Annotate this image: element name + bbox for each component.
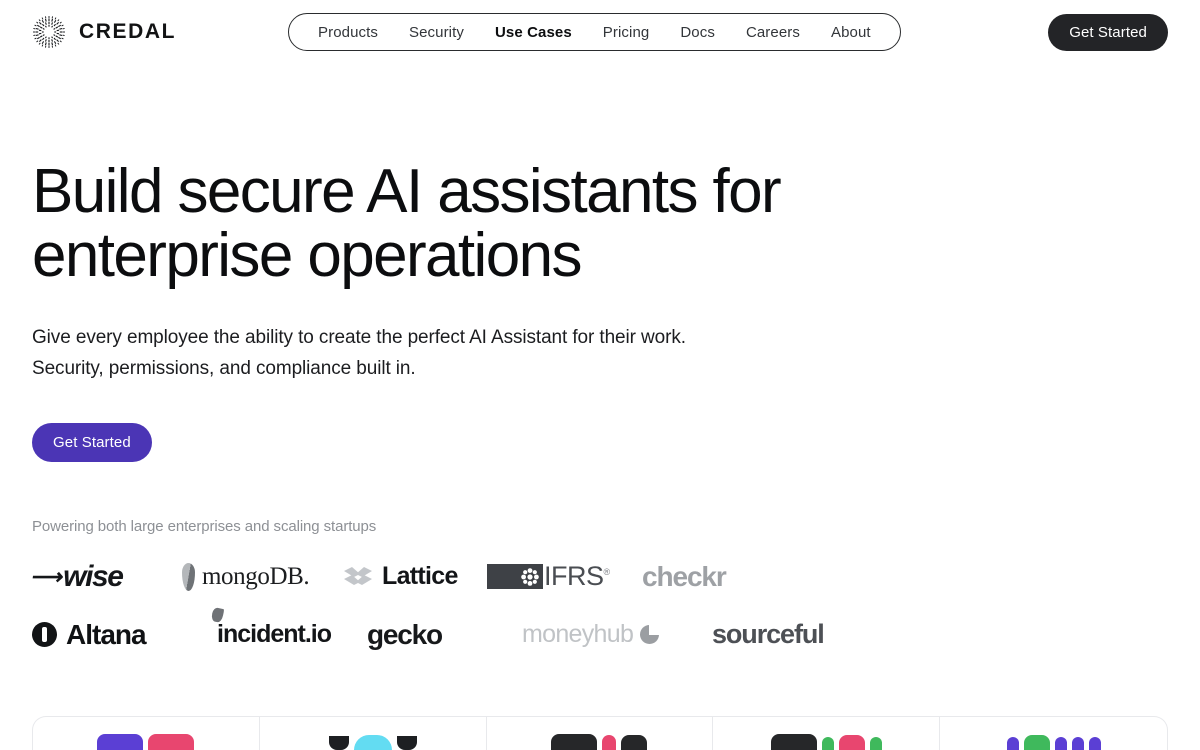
lattice-wordmark: Lattice [382, 562, 458, 591]
feature-card[interactable] [487, 717, 714, 750]
card-logo-shape [353, 735, 392, 750]
card-logo-shape [328, 736, 349, 750]
ifrs-wordmark: IFRS® [544, 561, 610, 592]
hero-title-line-2: enterprise operations [32, 220, 582, 290]
card-logo-shape [621, 735, 648, 750]
nav-item-pricing[interactable]: Pricing [603, 24, 650, 41]
hero-title-line-1: Build secure AI assistants for [32, 157, 782, 226]
card-logo-shape [1023, 735, 1050, 750]
nav-item-careers[interactable]: Careers [746, 24, 800, 41]
logo-moneyhub: moneyhub [522, 620, 712, 649]
customer-logos-section: Powering both large enterprises and scal… [0, 462, 1200, 661]
credal-radial-logo-icon [33, 16, 65, 48]
card-3-logo [551, 734, 648, 750]
feature-card[interactable] [33, 717, 260, 750]
logo-row-1: ⟶ wise mongoDB. Lattice IFRS® checkr [30, 551, 1168, 603]
logo-gecko: gecko [367, 618, 443, 650]
ifrs-mark-icon [487, 564, 543, 590]
nav-item-security[interactable]: Security [409, 24, 464, 41]
feature-card[interactable] [260, 717, 487, 750]
card-4-logo [770, 734, 882, 750]
card-logo-shape [1071, 737, 1084, 750]
hero-section: Build secure AI assistants for enterpris… [0, 64, 1200, 462]
incident-wordmark: incident.io [217, 620, 332, 649]
card-logo-shape [551, 734, 598, 750]
card-logo-shape [148, 734, 195, 750]
logo-mongodb: mongoDB. [182, 562, 342, 591]
nav-item-docs[interactable]: Docs [680, 24, 715, 41]
card-2-logo [328, 734, 417, 750]
mongodb-wordmark: mongoDB. [202, 562, 310, 590]
page-title: Build secure AI assistants for enterpris… [32, 160, 1022, 288]
hero-subtitle-line-2: Security, permissions, and compliance bu… [32, 357, 416, 379]
logo-lattice: Lattice [342, 562, 487, 591]
hero-subtitle: Give every employee the ability to creat… [32, 322, 872, 384]
site-header: CREDAL Products Security Use Cases Prici… [0, 0, 1200, 64]
card-logo-shape [1006, 737, 1019, 750]
hero-get-started-button[interactable]: Get Started [32, 422, 152, 462]
logo-altana: Altana [32, 619, 217, 651]
feature-card[interactable] [713, 717, 941, 750]
brand-name: CREDAL [79, 20, 177, 43]
nav-item-products[interactable]: Products [318, 24, 378, 41]
altana-wordmark: Altana [66, 618, 147, 650]
card-5-logo [1006, 734, 1101, 750]
moneyhub-pie-icon [640, 625, 660, 645]
logo-checkr: checkr [642, 560, 727, 592]
wise-wordmark: wise [63, 559, 124, 593]
nav-item-about[interactable]: About [831, 24, 871, 41]
card-logo-shape [821, 737, 834, 750]
card-logo-shape [1054, 737, 1067, 750]
card-logo-shape [97, 734, 144, 750]
logo-sourceful: sourceful [712, 619, 825, 650]
logo-row-2: Altana incident.io gecko moneyhub source… [32, 607, 1168, 661]
wise-arrow-icon: ⟶ [30, 563, 64, 589]
logos-caption: Powering both large enterprises and scal… [32, 517, 377, 535]
altana-mark-icon [32, 622, 57, 648]
brand-logo[interactable]: CREDAL [32, 12, 176, 52]
feature-card[interactable] [940, 717, 1167, 750]
card-logo-shape [869, 737, 882, 750]
logo-ifrs: IFRS® [487, 561, 642, 592]
card-1-logo [97, 734, 195, 750]
moneyhub-wordmark: moneyhub [522, 620, 634, 649]
feature-card-grid [32, 716, 1168, 750]
card-logo-shape [1088, 737, 1101, 750]
mongodb-leaf-icon [182, 562, 195, 591]
primary-nav: Products Security Use Cases Pricing Docs… [288, 13, 901, 51]
nav-item-use-cases[interactable]: Use Cases [495, 24, 572, 41]
logo-incident-io: incident.io [210, 607, 367, 649]
card-logo-shape [602, 735, 617, 750]
lattice-mark-icon [344, 566, 372, 585]
card-logo-shape [838, 735, 865, 750]
card-logo-shape [770, 734, 817, 750]
hero-subtitle-line-1: Give every employee the ability to creat… [32, 326, 686, 348]
header-get-started-button[interactable]: Get Started [1048, 14, 1168, 51]
card-logo-shape [396, 736, 417, 750]
logo-wise: ⟶ wise [30, 559, 182, 594]
